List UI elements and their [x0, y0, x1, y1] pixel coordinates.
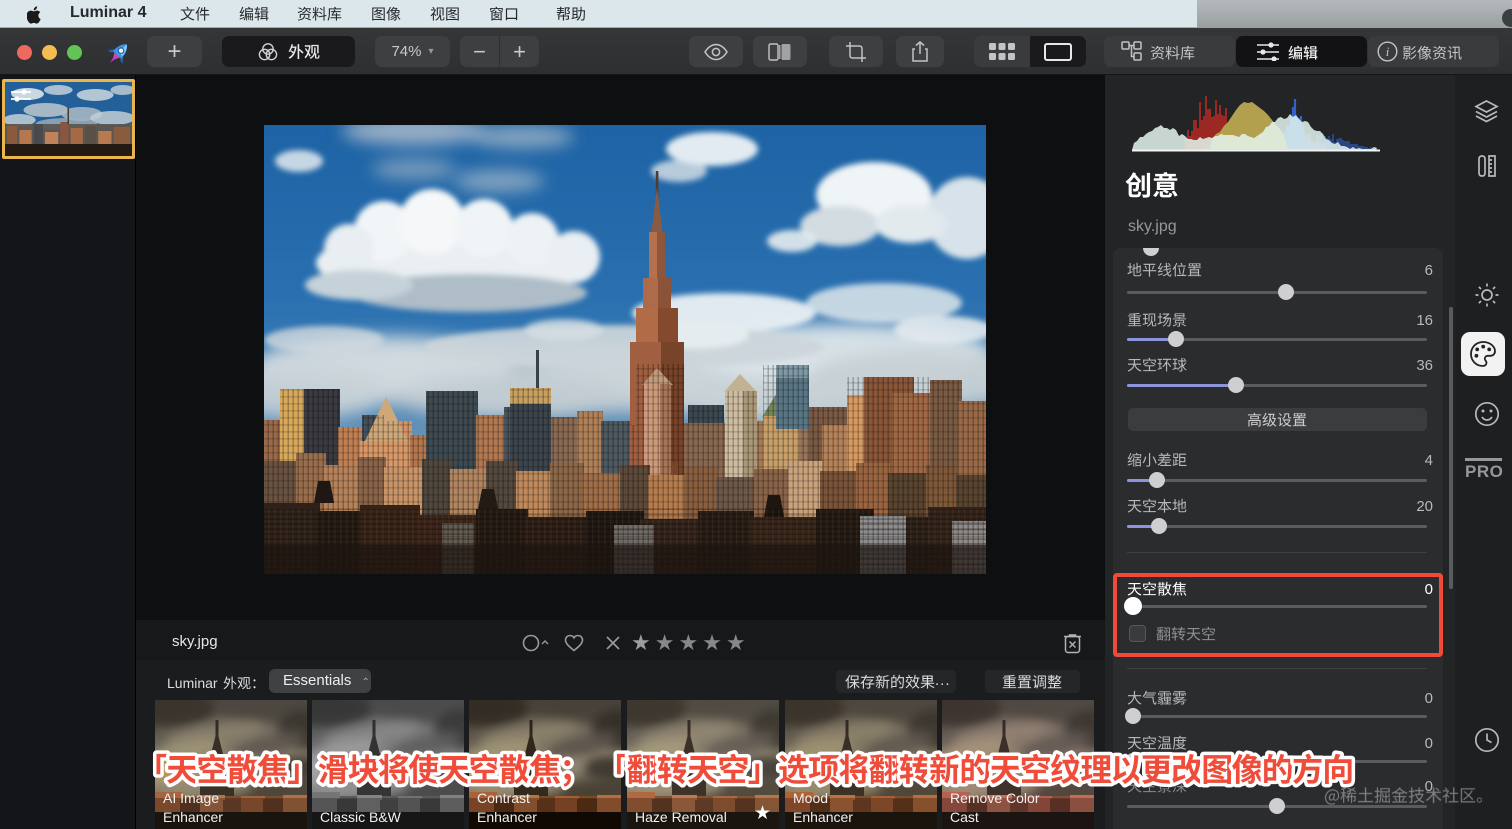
svg-text:i: i	[1386, 44, 1390, 59]
